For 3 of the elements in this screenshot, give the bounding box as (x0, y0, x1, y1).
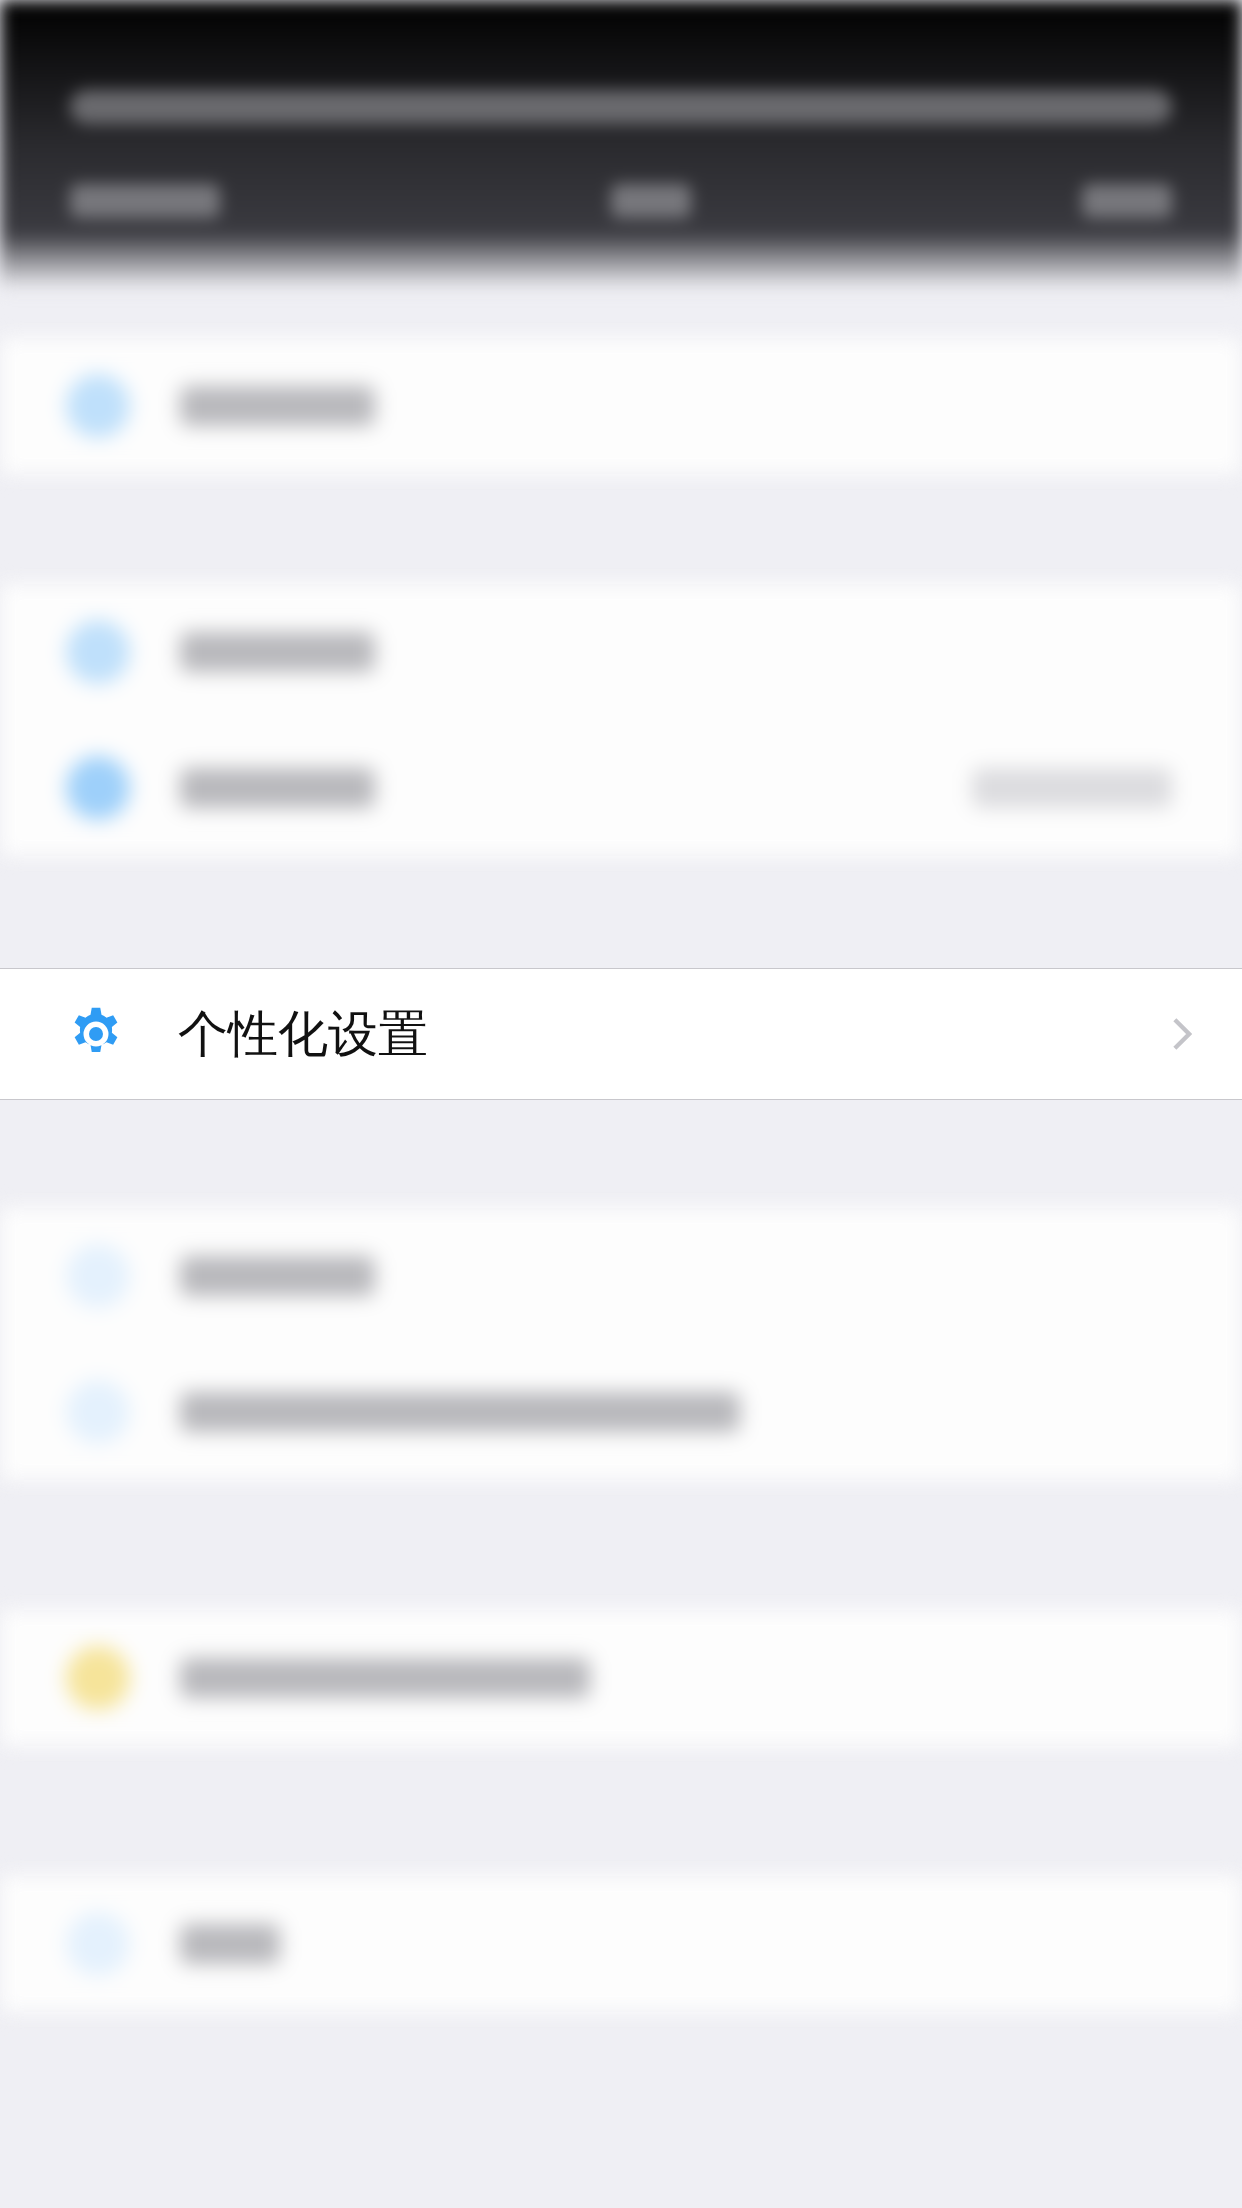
row-label: 个性化设置 (178, 1003, 429, 1065)
settings-row[interactable]: 个性化设置 (0, 968, 1242, 1100)
chevron-icon (1172, 1016, 1192, 1052)
